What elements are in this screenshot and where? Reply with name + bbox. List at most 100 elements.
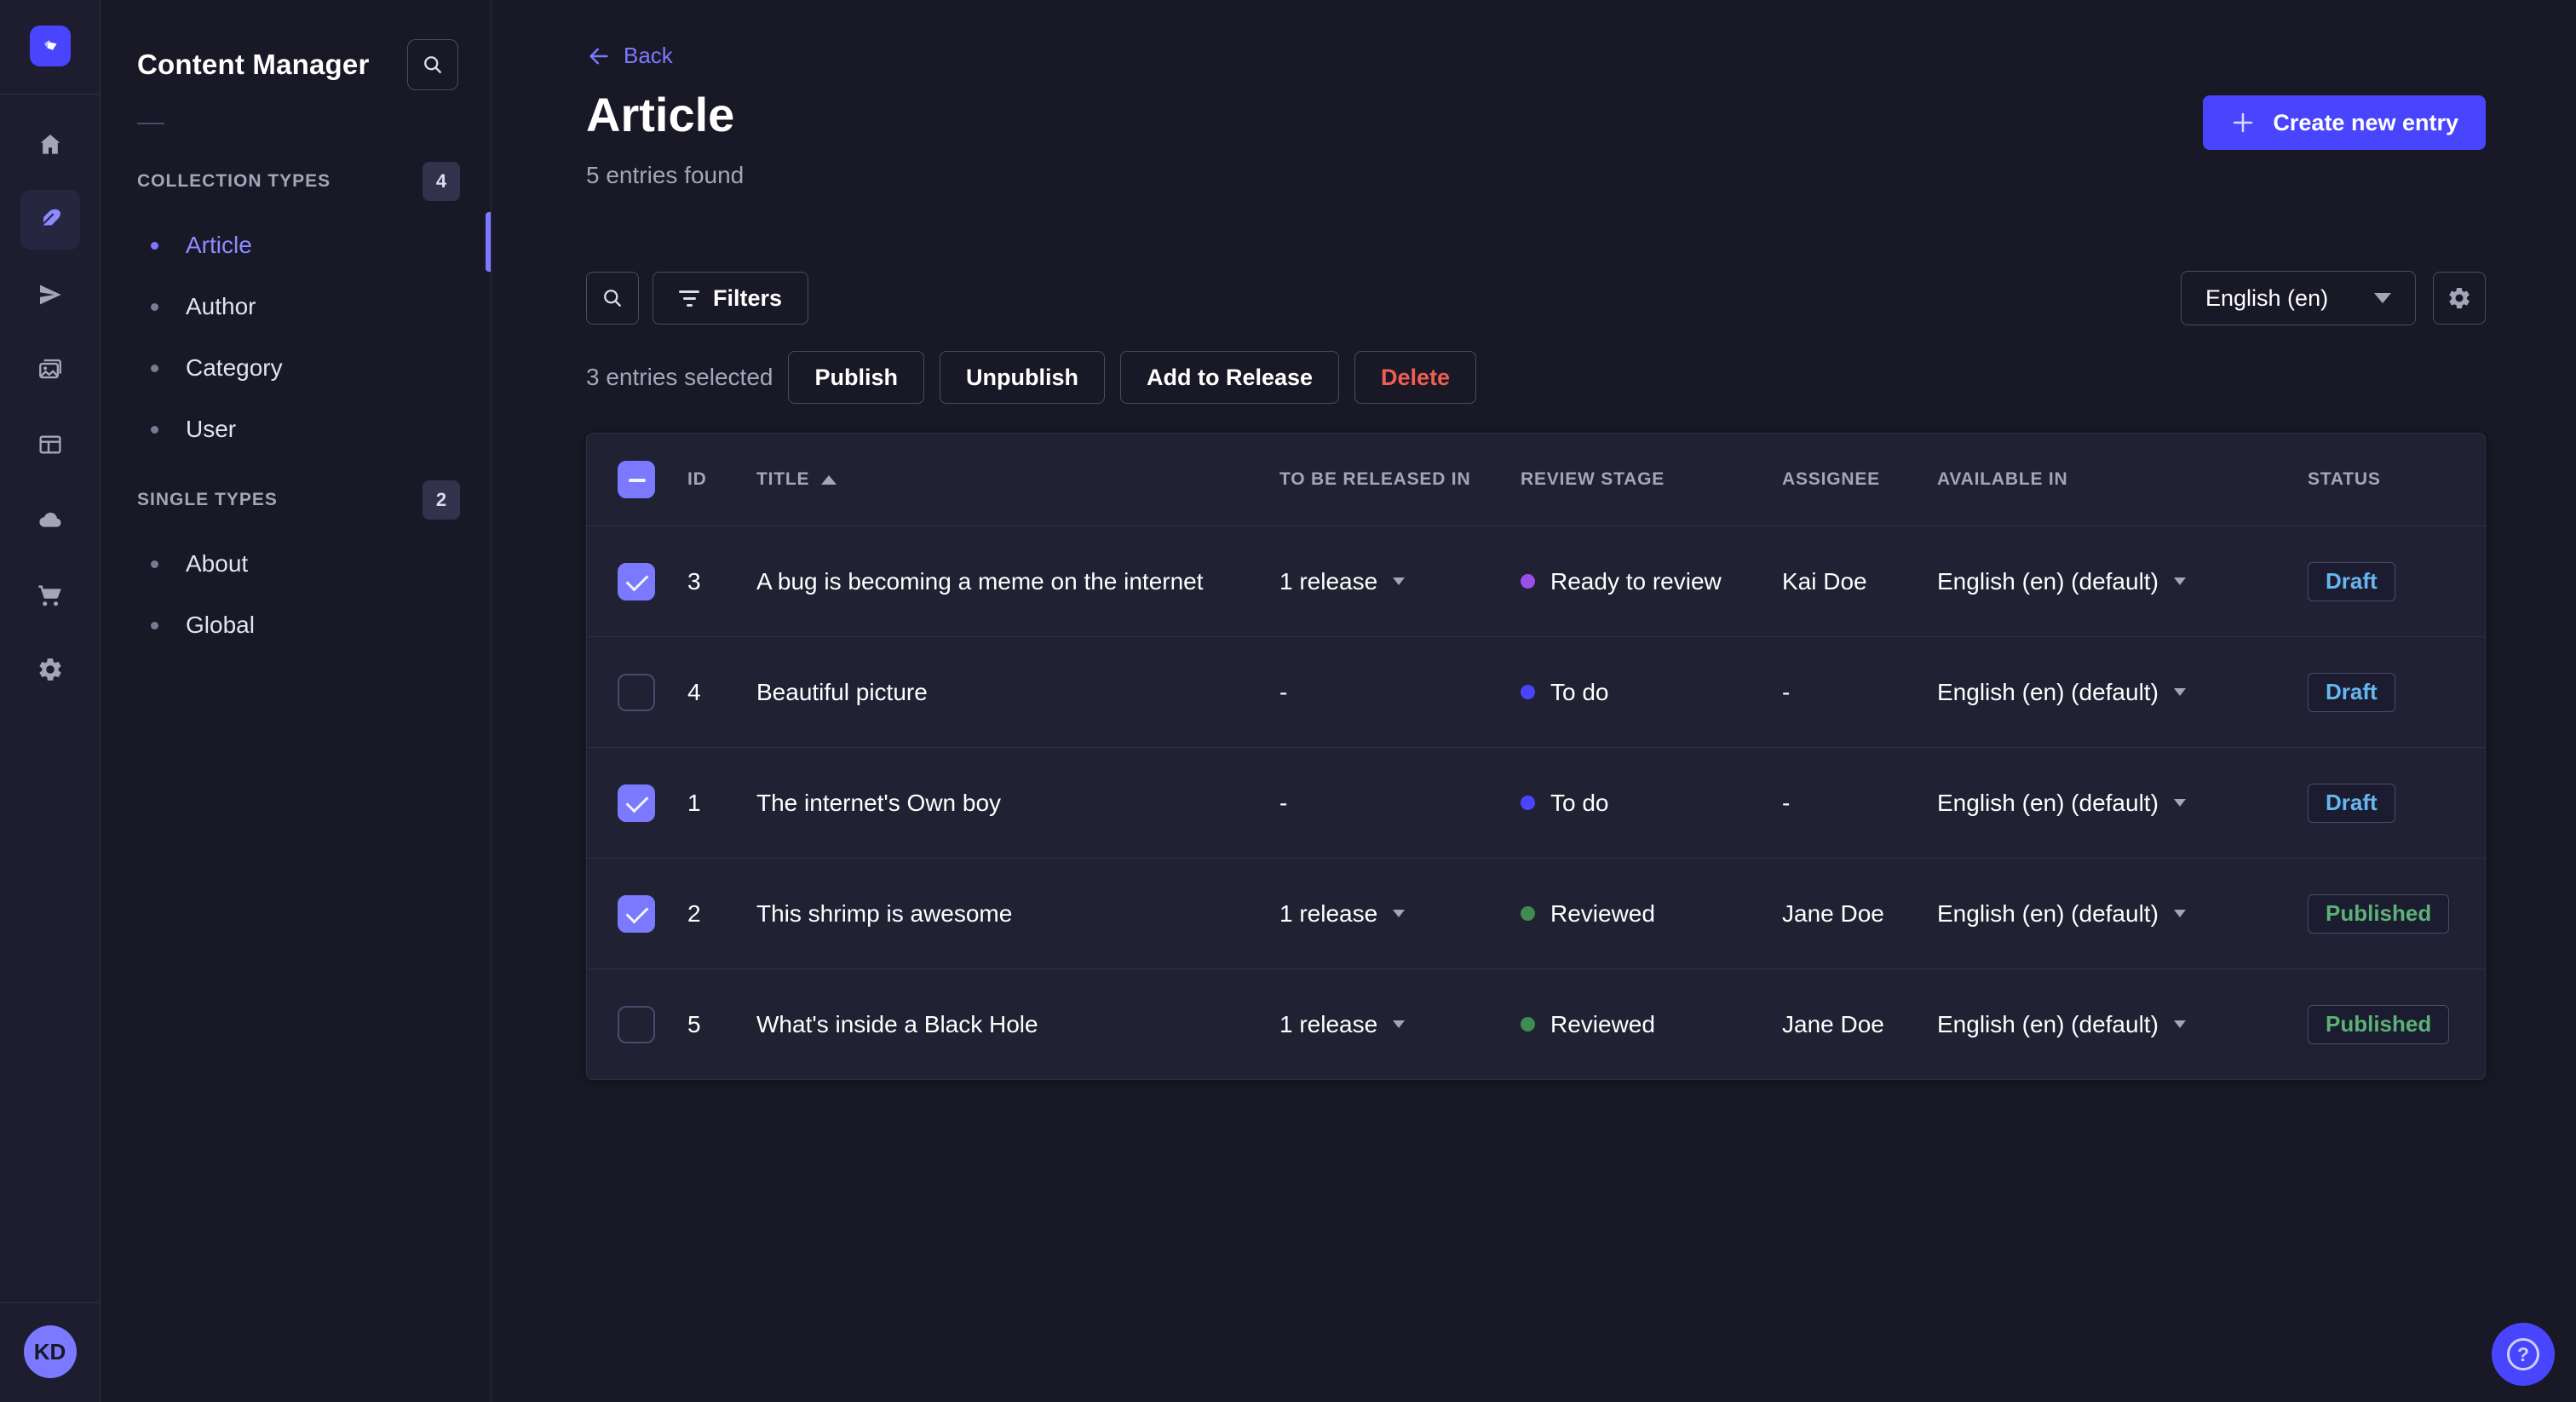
table-row[interactable]: 5 What's inside a Black Hole 1 release R… xyxy=(587,968,2485,1079)
column-header-title[interactable]: TITLE xyxy=(756,469,1279,490)
section-label: SINGLE TYPES xyxy=(137,490,278,509)
strapi-logo[interactable] xyxy=(29,26,71,66)
back-link[interactable]: Back xyxy=(586,43,673,69)
row-title: This shrimp is awesome xyxy=(756,899,1013,927)
sidebar-item-article[interactable]: Article xyxy=(101,215,491,276)
stage-dot-icon xyxy=(1521,906,1535,921)
row-locale-dropdown[interactable]: English (en) (default) xyxy=(1937,679,2308,706)
locale-value: English (en) xyxy=(2205,284,2329,311)
row-release-dropdown[interactable]: 1 release xyxy=(1279,900,1521,928)
locale-value: English (en) (default) xyxy=(1937,789,2159,816)
stage-dot-icon xyxy=(1521,796,1535,810)
column-header-id[interactable]: ID xyxy=(687,469,756,490)
locale-value: English (en) (default) xyxy=(1937,678,2159,705)
sidebar-item-author[interactable]: Author xyxy=(101,276,491,337)
row-locale-dropdown[interactable]: English (en) (default) xyxy=(1937,900,2308,928)
content-type-builder-icon[interactable] xyxy=(20,415,80,474)
row-locale-dropdown[interactable]: English (en) (default) xyxy=(1937,1011,2308,1038)
row-review-stage: Reviewed xyxy=(1521,900,1782,928)
delete-button[interactable]: Delete xyxy=(1354,351,1477,404)
column-header-to-be-released-in[interactable]: TO BE RELEASED IN xyxy=(1279,469,1521,490)
stage-dot-icon xyxy=(1521,685,1535,699)
row-checkbox[interactable] xyxy=(618,1005,655,1043)
column-label: AVAILABLE IN xyxy=(1937,469,2068,489)
select-all-checkbox[interactable] xyxy=(618,461,655,498)
column-header-status[interactable]: STATUS xyxy=(2308,469,2485,490)
plus-icon xyxy=(2234,112,2253,133)
user-avatar[interactable]: KD xyxy=(23,1325,77,1378)
column-label: TO BE RELEASED IN xyxy=(1279,469,1471,489)
row-checkbox[interactable] xyxy=(618,562,655,600)
sidebar-item-about[interactable]: About xyxy=(101,533,491,595)
sidebar-item-label: Category xyxy=(186,354,283,381)
stage-label: To do xyxy=(1550,678,1609,705)
view-settings-button[interactable] xyxy=(2433,272,2486,325)
release-value: - xyxy=(1279,789,1288,816)
row-status-cell: Published xyxy=(2308,893,2485,934)
sidebar-item-user[interactable]: User xyxy=(101,399,491,460)
table-row[interactable]: 1 The internet's Own boy - To do - Engli… xyxy=(587,747,2485,858)
status-badge: Published xyxy=(2308,893,2450,934)
unpublish-button[interactable]: Unpublish xyxy=(939,351,1105,404)
column-header-available-in[interactable]: AVAILABLE IN xyxy=(1937,469,2308,490)
filter-icon xyxy=(679,290,699,307)
row-checkbox[interactable] xyxy=(618,673,655,711)
create-new-entry-button[interactable]: Create new entry xyxy=(2203,95,2486,150)
media-library-icon[interactable] xyxy=(20,340,80,399)
selection-count: 3 entries selected xyxy=(586,364,773,390)
row-review-stage: To do xyxy=(1521,790,1782,817)
table-body: 3 A bug is becoming a meme on the intern… xyxy=(587,526,2485,1079)
table-row[interactable]: 2 This shrimp is awesome 1 release Revie… xyxy=(587,858,2485,968)
sidebar-item-category[interactable]: Category xyxy=(101,337,491,399)
help-button[interactable]: ? xyxy=(2492,1323,2555,1386)
release-value: 1 release xyxy=(1279,899,1378,927)
settings-gear-icon[interactable] xyxy=(20,640,80,699)
add-to-release-button[interactable]: Add to Release xyxy=(1119,351,1340,404)
stage-dot-icon xyxy=(1521,1017,1535,1031)
row-release-dropdown[interactable]: - xyxy=(1279,679,1521,706)
publish-button[interactable]: Publish xyxy=(788,351,924,404)
home-icon[interactable] xyxy=(20,115,80,175)
subnav-search-button[interactable] xyxy=(407,39,458,90)
marketplace-cart-icon[interactable] xyxy=(20,565,80,624)
chevron-down-icon xyxy=(2374,293,2391,303)
table-row[interactable]: 3 A bug is becoming a meme on the intern… xyxy=(587,526,2485,636)
row-locale-dropdown[interactable]: English (en) (default) xyxy=(1937,790,2308,817)
row-assignee: Kai Doe xyxy=(1782,567,1867,595)
filters-button[interactable]: Filters xyxy=(653,272,809,325)
sidebar-item-global[interactable]: Global xyxy=(101,595,491,656)
content-manager-feather-icon[interactable] xyxy=(20,190,80,250)
stage-label: To do xyxy=(1550,789,1609,816)
row-id: 1 xyxy=(687,789,701,816)
table-row[interactable]: 4 Beautiful picture - To do - English (e… xyxy=(587,636,2485,747)
bullet-icon xyxy=(151,364,158,372)
row-release-dropdown[interactable]: - xyxy=(1279,790,1521,817)
row-checkbox-cell xyxy=(618,673,687,711)
sidebar-item-label: Author xyxy=(186,293,256,319)
row-title: The internet's Own boy xyxy=(756,789,1002,816)
entries-table: ID TITLE TO BE RELEASED IN REVIEW STAGE ASSI… xyxy=(586,433,2486,1080)
releases-send-icon[interactable] xyxy=(20,265,80,325)
row-locale-dropdown[interactable]: English (en) (default) xyxy=(1937,568,2308,595)
row-status-cell: Draft xyxy=(2308,783,2485,823)
row-release-dropdown[interactable]: 1 release xyxy=(1279,1011,1521,1038)
chevron-down-icon xyxy=(2173,799,2186,807)
row-assignee: Jane Doe xyxy=(1782,1010,1884,1037)
column-header-assignee[interactable]: ASSIGNEE xyxy=(1782,469,1937,490)
chevron-down-icon xyxy=(1393,577,1406,585)
header-checkbox-cell xyxy=(618,461,687,498)
rail-bottom: KD xyxy=(0,1302,100,1402)
row-checkbox[interactable] xyxy=(618,784,655,822)
row-id: 2 xyxy=(687,899,701,927)
deploy-cloud-icon[interactable] xyxy=(20,490,80,549)
row-id: 4 xyxy=(687,678,701,705)
column-header-review-stage[interactable]: REVIEW STAGE xyxy=(1521,469,1782,490)
row-assignee: - xyxy=(1782,789,1791,816)
row-checkbox[interactable] xyxy=(618,894,655,933)
subnav-title: Content Manager xyxy=(137,49,370,80)
locale-select[interactable]: English (en) xyxy=(2181,271,2416,325)
list-search-button[interactable] xyxy=(586,272,639,325)
row-release-dropdown[interactable]: 1 release xyxy=(1279,568,1521,595)
row-assignee: Jane Doe xyxy=(1782,899,1884,927)
row-review-stage: To do xyxy=(1521,679,1782,706)
